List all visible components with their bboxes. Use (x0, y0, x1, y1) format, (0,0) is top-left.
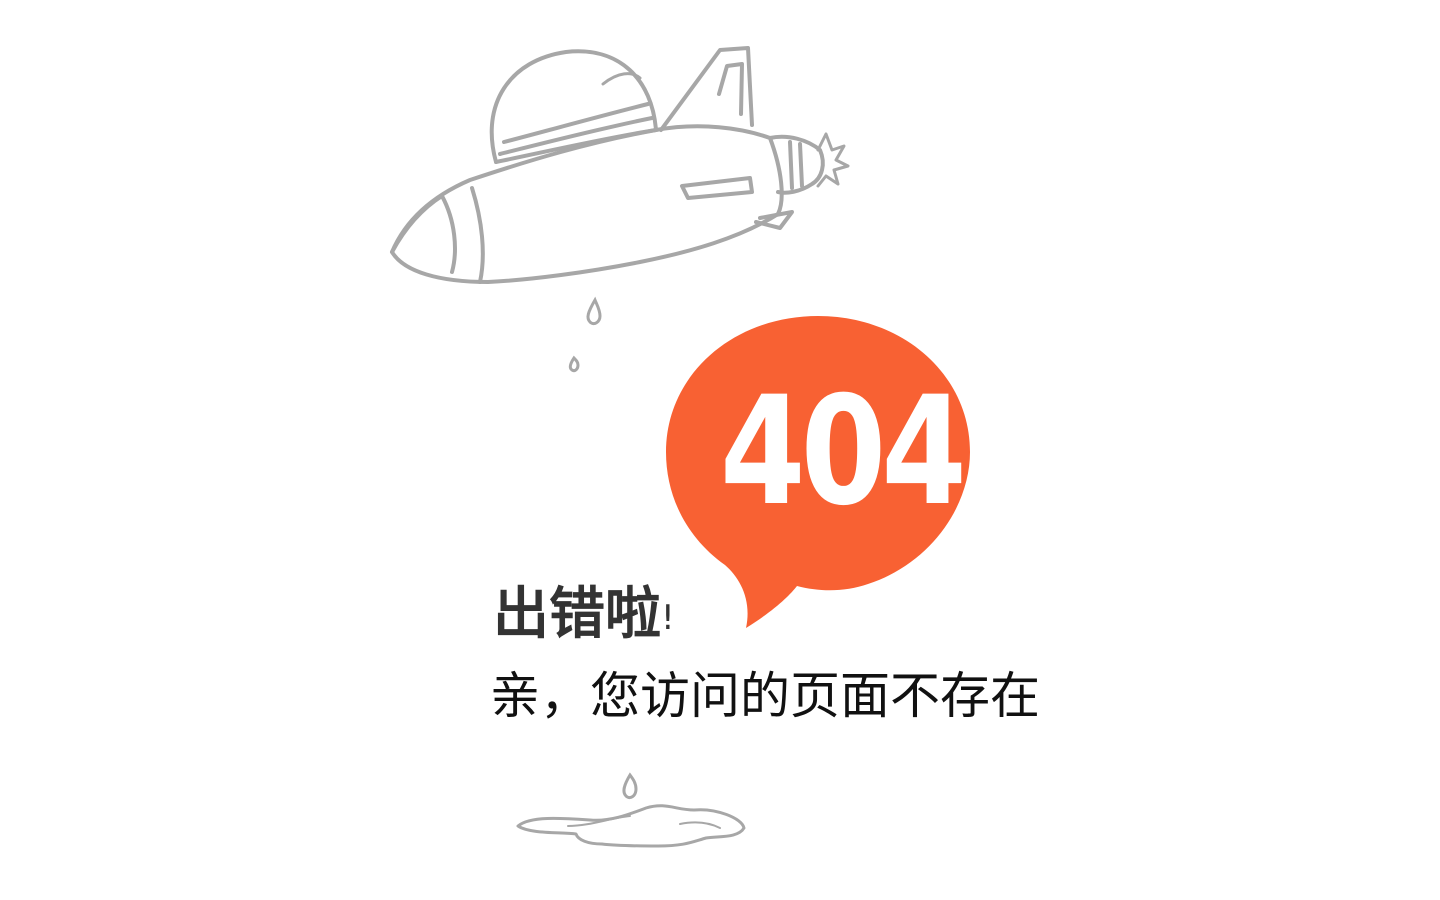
error-code: 404 (719, 365, 967, 539)
error-message: 亲，您访问的页面不存在 (490, 667, 1040, 725)
rocket-ship-icon (390, 46, 850, 284)
headline-mark: ! (661, 598, 675, 638)
headline-text: 出错啦 (493, 582, 661, 647)
error-page: 404 出错啦! 亲，您访问的页面不存在 (0, 0, 1440, 900)
error-headline: 出错啦! (493, 580, 675, 650)
water-puddle-icon (516, 804, 746, 848)
